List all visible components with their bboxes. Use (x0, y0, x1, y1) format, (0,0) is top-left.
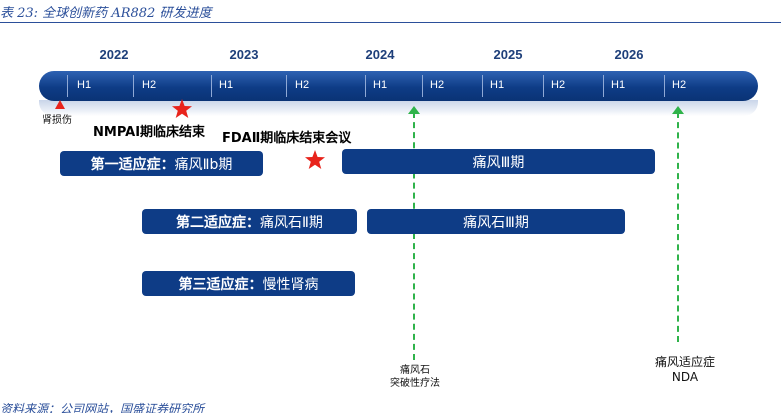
indication-2-label: 第二适应症： (176, 214, 261, 231)
indication-1-phase: 痛风Ⅱb期 (174, 156, 233, 173)
milestone-nda-line1: 痛风适应症 (654, 355, 716, 369)
timeline-tick (422, 75, 423, 97)
half-label: H1 (490, 79, 505, 91)
timeline-tick (286, 75, 287, 97)
caption-divider (0, 22, 781, 23)
half-label: H1 (219, 79, 234, 91)
milestone-tophus-label: 痛风石 突破性疗法 (390, 364, 440, 390)
timeline-tick (482, 75, 483, 97)
year-label: 2023 (229, 47, 259, 62)
half-label: H2 (295, 79, 310, 91)
timeline-tick (211, 75, 212, 97)
milestone-tophus-line1: 痛风石 (400, 365, 430, 376)
fda-star-icon (305, 150, 325, 169)
half-label: H1 (611, 79, 626, 91)
timeline-bar-shadow (39, 100, 758, 116)
timeline-tick (133, 75, 134, 97)
year-label: 2025 (493, 47, 523, 62)
year-label: 2026 (614, 47, 644, 62)
timeline-tick (603, 75, 604, 97)
indication-3-box: 第三适应症： 慢性肾病 (142, 271, 355, 296)
milestone-nda-line2: NDA (671, 370, 699, 384)
figure-caption: 表 23: 全球创新药 AR882 研发进度 (0, 6, 212, 21)
half-label: H1 (373, 79, 388, 91)
indication-3-phase: 慢性肾病 (262, 276, 319, 293)
source-note: 资料来源：公司网站，国盛证券研究所 (0, 402, 205, 413)
milestone-tophus-line2: 突破性疗法 (390, 378, 440, 389)
timeline-tick (664, 75, 665, 97)
half-label: H1 (77, 79, 92, 91)
indication-1-next-phase: 痛风Ⅲ期 (472, 154, 525, 171)
year-label: 2022 (99, 47, 129, 62)
year-label: 2024 (365, 47, 395, 62)
indication-2-next-phase-box: 痛风石Ⅲ期 (367, 209, 625, 234)
half-label: H2 (430, 79, 445, 91)
indication-2-next-phase: 痛风石Ⅲ期 (463, 214, 529, 231)
milestone-nda-label: 痛风适应症 NDA (655, 355, 715, 385)
half-label: H2 (142, 79, 157, 91)
nmpa-event-label: NMPAⅠ期临床结束 (93, 125, 206, 140)
figure: 表 23: 全球创新药 AR882 研发进度 2022 2023 2024 20… (0, 0, 781, 413)
indication-1-next-phase-box: 痛风Ⅲ期 (342, 149, 655, 174)
milestone-arrow-icon (408, 106, 420, 114)
milestone-arrow-icon (672, 106, 684, 114)
indication-2-phase: 痛风石Ⅱ期 (260, 214, 323, 231)
kidney-injury-triangle-icon (55, 100, 65, 109)
indication-2-box: 第二适应症： 痛风石Ⅱ期 (142, 209, 357, 234)
indication-1-label: 第一适应症： (90, 156, 175, 173)
timeline-tick (365, 75, 366, 97)
half-label: H2 (672, 79, 687, 91)
indication-1-box: 第一适应症： 痛风Ⅱb期 (60, 151, 263, 176)
half-label: H2 (551, 79, 566, 91)
timeline-tick (543, 75, 544, 97)
nmpa-star-icon (172, 99, 192, 118)
indication-3-label: 第三适应症： (178, 276, 263, 293)
fda-event-label: FDAⅡ期临床结束会议 (222, 131, 352, 146)
milestone-line-nda (677, 112, 679, 342)
kidney-injury-label: 肾损伤 (42, 115, 72, 126)
timeline-tick (67, 75, 68, 97)
